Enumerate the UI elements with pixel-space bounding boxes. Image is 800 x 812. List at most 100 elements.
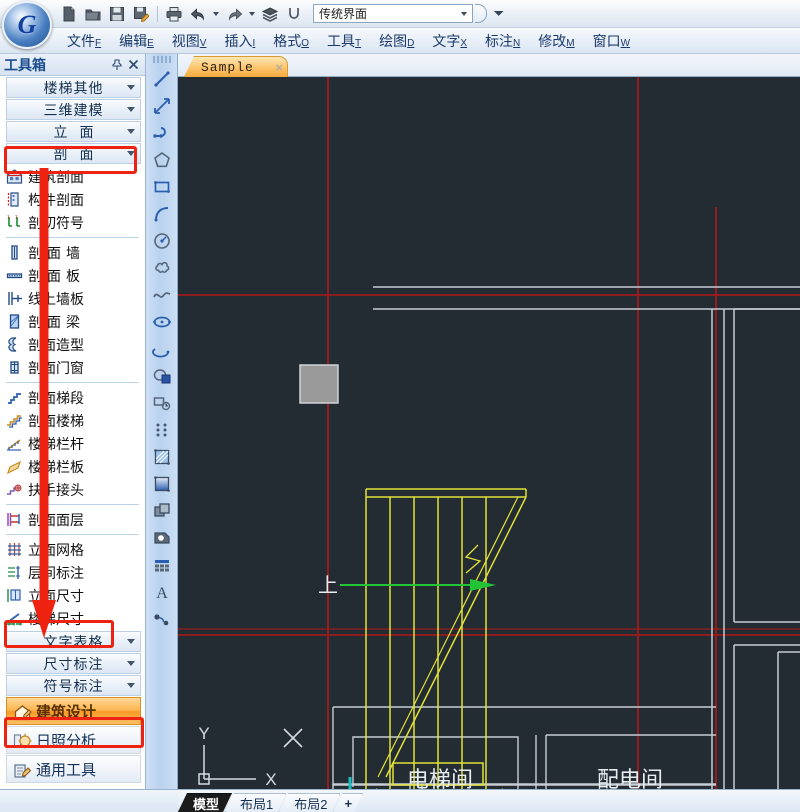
layout-tab-model[interactable]: 模型 — [178, 793, 232, 812]
print-button[interactable] — [163, 3, 185, 25]
document-tab-sample[interactable]: Sample × — [184, 56, 288, 77]
group-3d-modeling[interactable]: 三维建模 — [6, 99, 141, 120]
tool-section-stair[interactable]: 剖面楼梯 — [0, 409, 145, 432]
tool-wall-on-line[interactable]: 线上墙板 — [0, 287, 145, 310]
tool-section-finish-layer[interactable]: 剖面面层 — [0, 508, 145, 531]
tool-elevation-grid[interactable]: 立面网格 — [0, 538, 145, 561]
wipeout-tool[interactable] — [149, 525, 175, 551]
undo-button[interactable] — [187, 3, 209, 25]
construction-line-tool[interactable] — [149, 93, 175, 119]
printer-icon — [166, 6, 182, 21]
layout-tab-1-label: 布局1 — [240, 796, 274, 812]
save-as-button[interactable] — [130, 3, 152, 25]
group-section[interactable]: 剖面 — [6, 143, 141, 164]
circle-tool[interactable] — [149, 228, 175, 254]
tool-stair-dimension-label: 楼梯尺寸 — [28, 610, 84, 627]
group-symbol-annotation[interactable]: 符号标注 — [6, 675, 141, 696]
wall-lines — [332, 286, 800, 789]
rectangle-tool[interactable] — [149, 174, 175, 200]
group-dimension[interactable]: 尺寸标注 — [6, 653, 141, 674]
group-elevation[interactable]: 立面 — [6, 121, 141, 142]
draw-toolbar: A — [146, 54, 178, 812]
tool-stair-balustrade-label: 楼梯栏板 — [28, 458, 84, 475]
quick-access-overflow-button[interactable]: ⏷ — [494, 6, 504, 21]
wall-on-line-icon — [6, 290, 23, 307]
table-tool[interactable] — [149, 552, 175, 578]
drawing-canvas[interactable]: 上 Y X 电梯间 配电间 — [178, 77, 800, 789]
menu-window[interactable]: 窗口W — [584, 29, 639, 53]
menu-file[interactable]: 文件F — [58, 29, 110, 53]
undo-dropdown-arrow[interactable] — [213, 11, 219, 16]
tool-stair-railing[interactable]: 楼梯栏杆 — [0, 432, 145, 455]
open-file-button[interactable] — [82, 3, 104, 25]
point-tool[interactable] — [149, 417, 175, 443]
tool-section-beam[interactable]: 剖面梁 — [0, 310, 145, 333]
redo-dropdown-arrow[interactable] — [249, 11, 255, 16]
node-tool[interactable] — [149, 606, 175, 632]
region-tool[interactable] — [149, 498, 175, 524]
cursor-crosshair — [283, 728, 303, 748]
chevron-down-icon — [127, 85, 135, 90]
tool-handrail-joint[interactable]: 扶手接头 — [0, 478, 145, 501]
make-block-tool[interactable] — [149, 390, 175, 416]
line-tool[interactable] — [149, 66, 175, 92]
save-file-button[interactable] — [106, 3, 128, 25]
tool-section-symbol[interactable]: 1 1 剖切符号 — [0, 211, 145, 234]
tool-building-section[interactable]: 建筑剖面 — [0, 165, 145, 188]
tool-stair-dimension[interactable]: 楼梯尺寸 — [0, 607, 145, 630]
gradient-tool[interactable] — [149, 471, 175, 497]
arc-tool[interactable] — [149, 201, 175, 227]
tool-section-wall[interactable]: 剖面墙 — [0, 241, 145, 264]
group-text-table[interactable]: 文字表格 — [6, 631, 141, 652]
group-stair-other[interactable]: 楼梯其他 — [6, 77, 141, 98]
close-icon[interactable] — [125, 57, 141, 73]
menu-view-label: 视图 — [171, 32, 200, 49]
layout-tab-1[interactable]: 布局1 — [225, 793, 286, 812]
spline-tool[interactable] — [149, 282, 175, 308]
column-block — [299, 364, 339, 404]
redo-button[interactable] — [223, 3, 245, 25]
menu-tools-label: 工具 — [327, 32, 356, 49]
layout-tab-2[interactable]: 布局2 — [279, 793, 340, 812]
module-general-tools[interactable]: 通用工具 — [6, 755, 141, 783]
polyline-tool[interactable] — [149, 120, 175, 146]
tool-component-section[interactable]: 构件剖面 — [0, 188, 145, 211]
application-logo-button[interactable]: G — [2, 1, 52, 49]
regen-button[interactable] — [283, 3, 305, 25]
tool-section-slab[interactable]: 剖面板 — [0, 264, 145, 287]
menu-tools[interactable]: 工具T — [318, 29, 370, 53]
menu-insert[interactable]: 插入I — [215, 29, 264, 53]
menu-edit[interactable]: 编辑E — [110, 29, 163, 53]
workspace-selector[interactable]: 传统界面 — [313, 4, 473, 23]
insert-block-icon — [153, 369, 170, 384]
tool-section-profile[interactable]: 剖面造型 — [0, 333, 145, 356]
menu-text[interactable]: 文字X — [423, 29, 476, 53]
menu-draw[interactable]: 绘图D — [370, 29, 423, 53]
module-architecture-design[interactable]: 建筑设计 — [6, 697, 141, 725]
tool-floor-annotation[interactable]: 层间标注 — [0, 561, 145, 584]
menu-dimension[interactable]: 标注N — [476, 29, 529, 53]
ellipse-arc-tool[interactable] — [149, 336, 175, 362]
menu-modify[interactable]: 修改M — [529, 29, 583, 53]
polygon-tool[interactable] — [149, 147, 175, 173]
pin-glyph — [112, 58, 122, 70]
close-icon[interactable]: × — [275, 60, 283, 75]
insert-block-tool[interactable] — [149, 363, 175, 389]
layers-button[interactable] — [259, 3, 281, 25]
tool-elevation-dimension[interactable]: 立面尺寸 — [0, 584, 145, 607]
menu-format[interactable]: 格式O — [264, 29, 318, 53]
menu-view[interactable]: 视图V — [163, 29, 216, 53]
revision-cloud-tool[interactable] — [149, 255, 175, 281]
module-sunlight-analysis[interactable]: 日照分析 — [6, 726, 141, 754]
text-tool[interactable]: A — [149, 579, 175, 605]
general-tools-icon — [13, 761, 32, 778]
tool-section-stair-label: 剖面楼梯 — [28, 412, 84, 429]
pin-icon[interactable] — [109, 57, 125, 73]
new-file-button[interactable] — [58, 3, 80, 25]
tool-section-stair-run[interactable]: 剖面梯段 — [0, 386, 145, 409]
toolbar-drag-handle[interactable] — [152, 56, 171, 63]
tool-stair-balustrade[interactable]: 楼梯栏板 — [0, 455, 145, 478]
hatch-tool[interactable] — [149, 444, 175, 470]
ellipse-tool[interactable] — [149, 309, 175, 335]
tool-section-door-window[interactable]: 剖面门窗 — [0, 356, 145, 379]
